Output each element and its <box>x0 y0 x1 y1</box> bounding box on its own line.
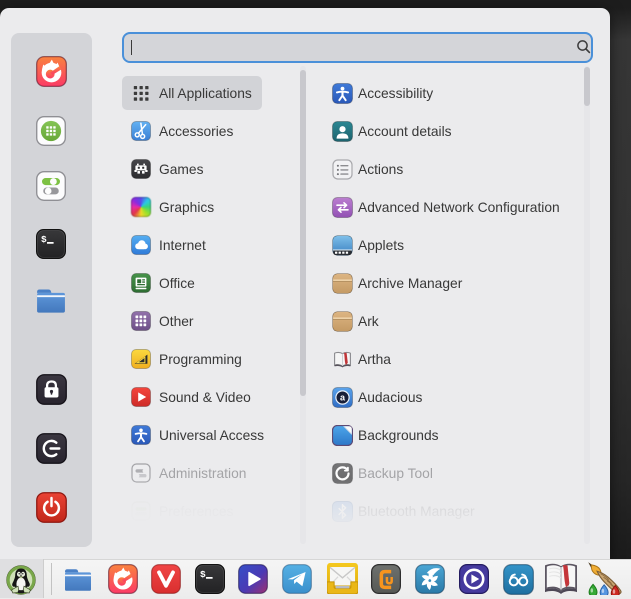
svg-text:$: $ <box>200 569 206 580</box>
svg-text:$: $ <box>41 234 47 245</box>
